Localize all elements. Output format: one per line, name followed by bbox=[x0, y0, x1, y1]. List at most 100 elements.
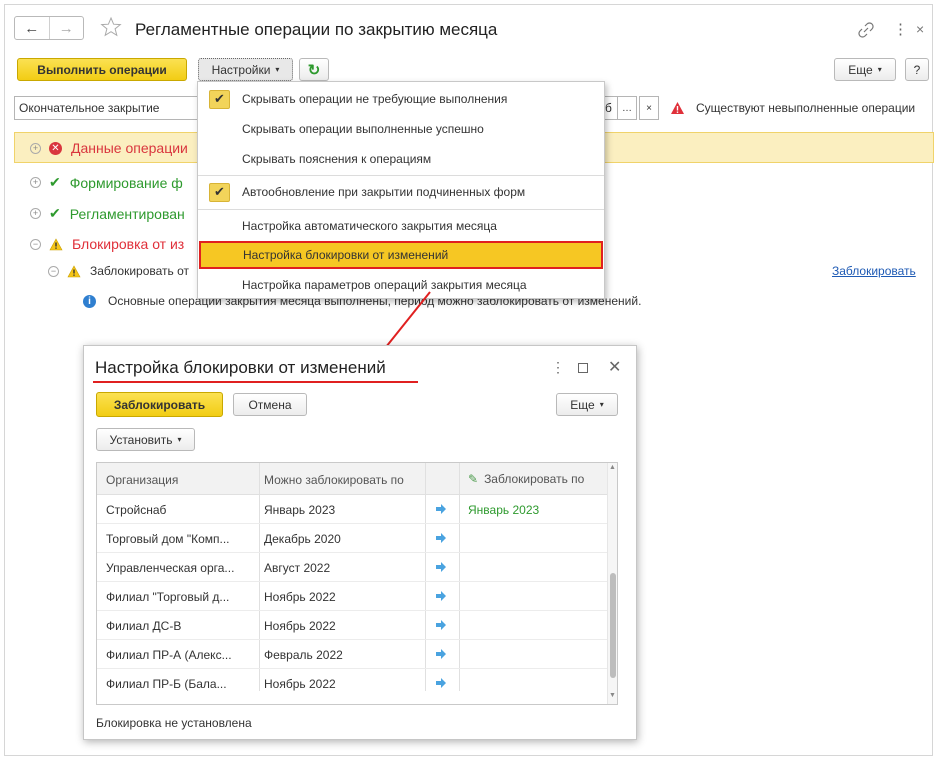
closing-mode-select[interactable]: Окончательное закрытие bbox=[14, 96, 204, 120]
menu-item-hide-successful[interactable]: Скрывать операции выполненные успешно bbox=[198, 114, 604, 144]
more-button[interactable]: Еще ▾ bbox=[556, 393, 618, 416]
refresh-button[interactable]: ↻ bbox=[299, 58, 329, 81]
arrow-right-icon[interactable] bbox=[435, 532, 447, 544]
cell-organization: Торговый дом "Комп... bbox=[106, 532, 230, 546]
settings-button[interactable]: Настройки ▾ bbox=[198, 58, 293, 81]
tree-row-data[interactable]: + ✕ Данные операции bbox=[30, 140, 188, 156]
pencil-icon: ✎ bbox=[468, 472, 479, 486]
tree-row-label: Блокировка от из bbox=[72, 236, 185, 252]
scroll-up-icon[interactable]: ▲ bbox=[609, 464, 616, 471]
close-icon[interactable]: × bbox=[916, 21, 924, 37]
warning-icon bbox=[49, 237, 63, 250]
tree-row-regulated[interactable]: + ✔ Регламентирован bbox=[30, 205, 185, 222]
select-button[interactable]: … bbox=[617, 96, 637, 120]
expand-icon[interactable]: + bbox=[30, 208, 41, 219]
menu-item-auto-refresh[interactable]: ✔ Автообновление при закрытии подчиненны… bbox=[198, 177, 604, 207]
collapse-icon[interactable]: − bbox=[30, 238, 41, 250]
settings-label: Настройки bbox=[211, 62, 271, 77]
lock-status-text: Блокировка не установлена bbox=[96, 716, 252, 730]
cell-can-lock: Август 2022 bbox=[264, 561, 331, 575]
lock-button[interactable]: Заблокировать bbox=[96, 392, 223, 417]
help-button[interactable]: ? bbox=[905, 58, 929, 81]
column-header-lock-to[interactable]: ✎ Заблокировать по bbox=[468, 472, 584, 486]
arrow-right-icon[interactable] bbox=[435, 561, 447, 573]
tree-row-lock[interactable]: − Блокировка от из bbox=[30, 236, 184, 252]
cell-organization: Управленческая орга... bbox=[106, 561, 235, 575]
cell-can-lock: Январь 2023 bbox=[264, 503, 336, 517]
title-underline bbox=[93, 381, 418, 383]
cell-can-lock: Ноябрь 2022 bbox=[264, 590, 336, 604]
expand-icon[interactable]: + bbox=[30, 177, 41, 188]
chevron-down-icon: ▾ bbox=[599, 400, 604, 409]
organizations-table: Организация Можно заблокировать по ✎ Заб… bbox=[96, 462, 618, 705]
forward-icon[interactable]: → bbox=[50, 17, 84, 39]
more-actions-icon[interactable]: ⋮ bbox=[551, 359, 565, 376]
table-row[interactable]: Филиал ДС-В Ноябрь 2022 bbox=[97, 611, 607, 640]
cell-organization: Стройснаб bbox=[106, 503, 167, 517]
cell-organization: Филиал ПР-А (Алекс... bbox=[106, 648, 232, 662]
link-icon[interactable] bbox=[858, 22, 874, 38]
close-icon[interactable]: ✕ bbox=[608, 357, 621, 377]
scroll-down-icon[interactable]: ▼ bbox=[609, 692, 616, 699]
table-row[interactable]: Торговый дом "Комп... Декабрь 2020 bbox=[97, 524, 607, 553]
nav-buttons: ← → bbox=[14, 16, 84, 40]
maximize-icon[interactable] bbox=[578, 363, 588, 373]
table-row[interactable]: Филиал ПР-Б (Бала... Ноябрь 2022 bbox=[97, 669, 607, 698]
cell-organization: Филиал ПР-Б (Бала... bbox=[106, 677, 227, 691]
menu-item-hide-not-required[interactable]: ✔ Скрывать операции не требующие выполне… bbox=[198, 84, 604, 114]
lock-settings-dialog: Настройка блокировки от изменений ⋮ ✕ За… bbox=[83, 345, 637, 740]
scrollbar-thumb[interactable] bbox=[610, 573, 616, 678]
arrow-right-icon[interactable] bbox=[435, 648, 447, 660]
arrow-right-icon[interactable] bbox=[435, 677, 447, 689]
collapse-icon[interactable]: − bbox=[48, 265, 59, 277]
settings-menu: ✔ Скрывать операции не требующие выполне… bbox=[197, 81, 605, 299]
tree-row-label: Регламентирован bbox=[69, 205, 185, 222]
cell-can-lock: Декабрь 2020 bbox=[264, 532, 341, 546]
table-row[interactable]: Филиал "Торговый д... Ноябрь 2022 bbox=[97, 582, 607, 611]
tree-row-label: Данные операции bbox=[71, 140, 188, 156]
cell-organization: Филиал "Торговый д... bbox=[106, 590, 230, 604]
page-title: Регламентные операции по закрытию месяца bbox=[135, 20, 498, 39]
tree-row-forming[interactable]: + ✔ Формирование ф bbox=[30, 174, 183, 191]
table-row[interactable]: Управленческая орга... Август 2022 bbox=[97, 553, 607, 582]
cell-can-lock: Ноябрь 2022 bbox=[264, 619, 336, 633]
more-actions-icon[interactable]: ⋮ bbox=[893, 20, 908, 38]
more-label: Еще bbox=[570, 397, 595, 412]
cancel-button[interactable]: Отмена bbox=[233, 393, 307, 416]
back-icon[interactable]: ← bbox=[15, 17, 50, 39]
tree-child-row[interactable]: − Заблокировать от bbox=[48, 264, 189, 278]
favorite-star-icon[interactable] bbox=[100, 16, 122, 38]
column-header-organization[interactable]: Организация bbox=[106, 473, 178, 487]
chevron-down-icon: ▾ bbox=[275, 65, 280, 74]
run-operations-button[interactable]: Выполнить операции bbox=[17, 58, 187, 81]
expand-icon[interactable]: + bbox=[30, 142, 41, 154]
menu-separator bbox=[198, 209, 604, 210]
more-button[interactable]: Еще ▾ bbox=[834, 58, 896, 81]
check-icon: ✔ bbox=[49, 174, 61, 190]
cell-organization: Филиал ДС-В bbox=[106, 619, 182, 633]
check-icon: ✔ bbox=[209, 182, 230, 202]
cell-can-lock: Февраль 2022 bbox=[264, 648, 343, 662]
chevron-down-icon: ▾ bbox=[177, 435, 182, 444]
menu-item-auto-closing-settings[interactable]: Настройка автоматического закрытия месяц… bbox=[198, 211, 604, 241]
menu-item-lock-settings[interactable]: Настройка блокировки от изменений bbox=[199, 241, 603, 269]
menu-separator bbox=[198, 175, 604, 176]
scrollbar[interactable]: ▲ ▼ bbox=[607, 463, 617, 704]
cell-lock-to[interactable]: Январь 2023 bbox=[468, 503, 539, 517]
error-icon: ✕ bbox=[49, 141, 62, 155]
set-label: Установить bbox=[109, 432, 173, 447]
check-icon: ✔ bbox=[209, 89, 230, 109]
arrow-right-icon[interactable] bbox=[435, 590, 447, 602]
arrow-right-icon[interactable] bbox=[435, 503, 447, 515]
table-row[interactable]: Стройснаб Январь 2023 Январь 2023 bbox=[97, 495, 607, 524]
tree-row-label: Формирование ф bbox=[69, 174, 183, 191]
lock-link[interactable]: Заблокировать bbox=[832, 264, 916, 278]
arrow-right-icon[interactable] bbox=[435, 619, 447, 631]
cell-can-lock: Ноябрь 2022 bbox=[264, 677, 336, 691]
table-row[interactable]: Филиал ПР-А (Алекс... Февраль 2022 bbox=[97, 640, 607, 669]
warning-red-icon bbox=[671, 102, 684, 114]
clear-icon[interactable]: × bbox=[639, 96, 659, 120]
set-button[interactable]: Установить ▾ bbox=[96, 428, 195, 451]
menu-item-hide-explanations[interactable]: Скрывать пояснения к операциям bbox=[198, 144, 604, 174]
column-header-can-lock[interactable]: Можно заблокировать по bbox=[264, 473, 404, 487]
